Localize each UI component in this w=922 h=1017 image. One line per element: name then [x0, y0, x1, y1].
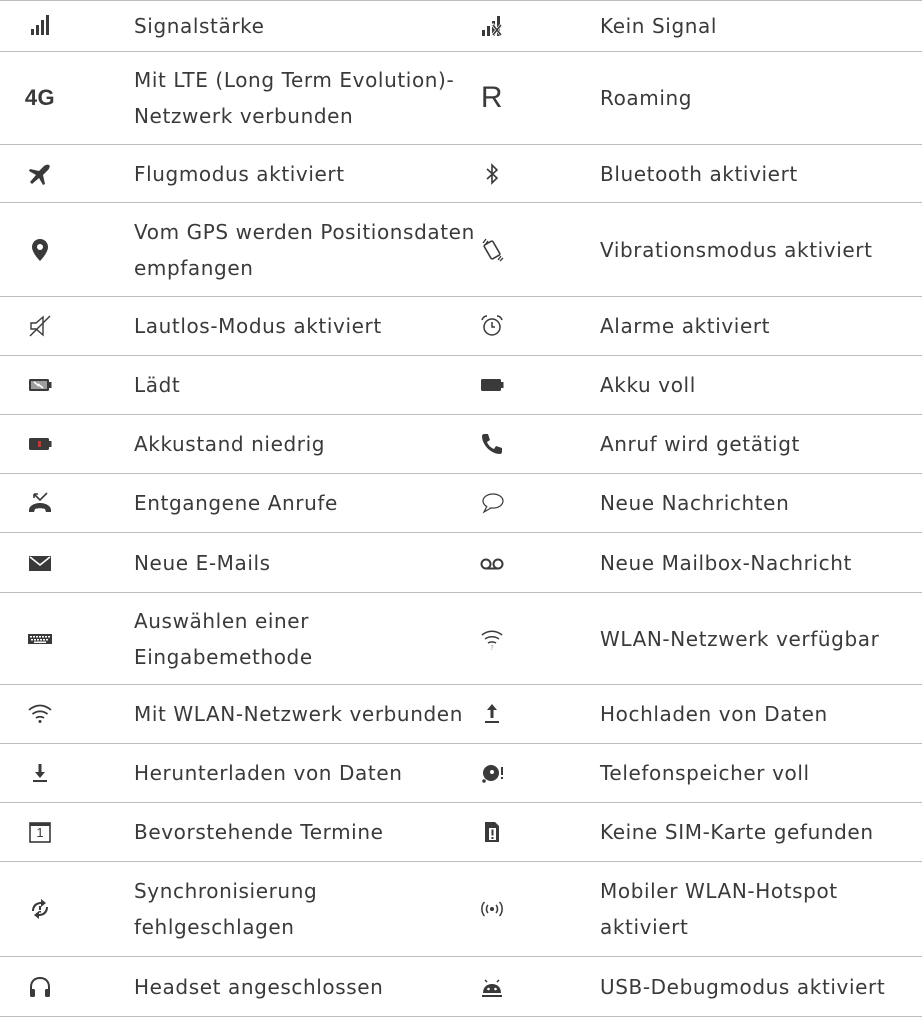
table-row: Auswählen einer Eingabemethode ? WLAN-Ne… — [0, 593, 922, 685]
gps-pin-icon — [26, 236, 54, 264]
signal-strength-icon — [26, 12, 54, 40]
email-icon — [26, 549, 54, 577]
row-label: Akku voll — [600, 373, 696, 397]
table-row: Herunterladen von Daten Telefonspeicher … — [0, 744, 922, 803]
wifi-connected-icon — [26, 700, 54, 728]
battery-charging-icon — [26, 371, 54, 399]
upload-icon — [478, 700, 506, 728]
row-label: WLAN-Netzwerk verfügbar — [600, 626, 880, 651]
table-row: 4G Mit LTE (Long Term Evolution)-Netzwer… — [0, 52, 922, 145]
missed-call-icon — [26, 489, 54, 517]
sync-failed-icon — [26, 895, 54, 923]
row-label: Herunterladen von Daten — [134, 761, 403, 785]
row-label: Alarme aktiviert — [600, 314, 771, 338]
row-label: Neue Nachrichten — [600, 491, 790, 515]
row-label: USB-Debugmodus aktiviert — [600, 974, 886, 999]
row-label: Akkustand niedrig — [134, 432, 326, 456]
row-label: Headset angeschlossen — [134, 974, 384, 999]
table-row: Neue E-Mails Neue Mailbox-Nachricht — [0, 533, 922, 593]
row-label: Telefonspeicher voll — [600, 761, 810, 785]
row-label: Bevorstehende Termine — [134, 820, 384, 844]
row-label: Lautlos-Modus aktiviert — [134, 314, 382, 338]
row-label: Bluetooth aktiviert — [600, 161, 798, 186]
row-label: Hochladen von Daten — [600, 702, 828, 726]
status-icon-table: Signalstärke Kein Signal 4G Mit LTE (Lon… — [0, 0, 922, 1017]
wifi-available-icon: ? — [478, 625, 506, 653]
row-label: Auswählen einer Eingabemethode — [134, 608, 313, 669]
row-label: Vibrationsmodus aktiviert — [600, 237, 873, 262]
row-label: Anruf wird getätigt — [600, 432, 800, 456]
table-row: Headset angeschlossen USB-Debugmodus akt… — [0, 957, 922, 1017]
lte-4g-icon: 4G — [24, 85, 56, 110]
table-row: Lautlos-Modus aktiviert Alarme aktiviert — [0, 297, 922, 356]
vibrate-icon — [478, 236, 506, 264]
row-label: Neue E-Mails — [134, 550, 271, 575]
table-row: Lädt Akku voll — [0, 356, 922, 415]
message-bubble-icon — [478, 489, 506, 517]
row-label: Signalstärke — [134, 14, 265, 38]
keyboard-icon — [26, 625, 54, 653]
calendar-day-number: 1 — [36, 825, 44, 840]
table-row: Vom GPS werden Positionsdaten empfangen … — [0, 203, 922, 297]
airplane-icon — [26, 160, 54, 188]
bluetooth-icon — [478, 160, 506, 188]
no-sim-icon — [478, 818, 506, 846]
table-row: 1 Bevorstehende Termine Keine SIM-Karte … — [0, 803, 922, 862]
table-row: Signalstärke Kein Signal — [0, 1, 922, 52]
row-label: Mobiler WLAN-Hotspot aktiviert — [600, 879, 838, 939]
usb-debug-android-icon — [478, 973, 506, 1001]
table-row: Akkustand niedrig Anruf wird getätigt — [0, 415, 922, 474]
table-row: Synchronisierung fehlgeschlagen Mobiler … — [0, 862, 922, 957]
row-label: Mit WLAN-Netzwerk verbunden — [134, 702, 463, 726]
table-row: Entgangene Anrufe Neue Nachrichten — [0, 474, 922, 533]
hotspot-icon — [478, 895, 506, 923]
calendar-icon: 1 — [26, 818, 54, 846]
row-label: Vom GPS werden Positionsdaten empfangen — [134, 219, 475, 280]
headset-icon — [26, 973, 54, 1001]
row-label: Flugmodus aktiviert — [134, 161, 345, 186]
roaming-icon: R — [480, 81, 504, 114]
table-row: Mit WLAN-Netzwerk verbunden Hochladen vo… — [0, 685, 922, 744]
storage-full-icon — [478, 759, 506, 787]
download-icon — [26, 759, 54, 787]
row-label: Roaming — [600, 86, 693, 110]
table-row: Flugmodus aktiviert Bluetooth aktiviert — [0, 145, 922, 203]
battery-low-icon — [26, 430, 54, 458]
row-label: Mit LTE (Long Term Evolution)-Netzwerk v… — [134, 68, 455, 128]
row-label: Lädt — [134, 373, 181, 397]
battery-full-icon — [478, 371, 506, 399]
row-label: Keine SIM-Karte gefunden — [600, 820, 874, 844]
silent-mode-icon — [26, 312, 54, 340]
alarm-icon — [478, 312, 506, 340]
phone-call-icon — [478, 430, 506, 458]
row-label: Neue Mailbox-Nachricht — [600, 550, 852, 575]
row-label: Synchronisierung fehlgeschlagen — [134, 879, 318, 939]
no-signal-icon — [478, 12, 506, 40]
row-label: Kein Signal — [600, 14, 718, 38]
row-label: Entgangene Anrufe — [134, 491, 338, 515]
svg-text:?: ? — [490, 644, 494, 652]
voicemail-icon — [478, 549, 506, 577]
